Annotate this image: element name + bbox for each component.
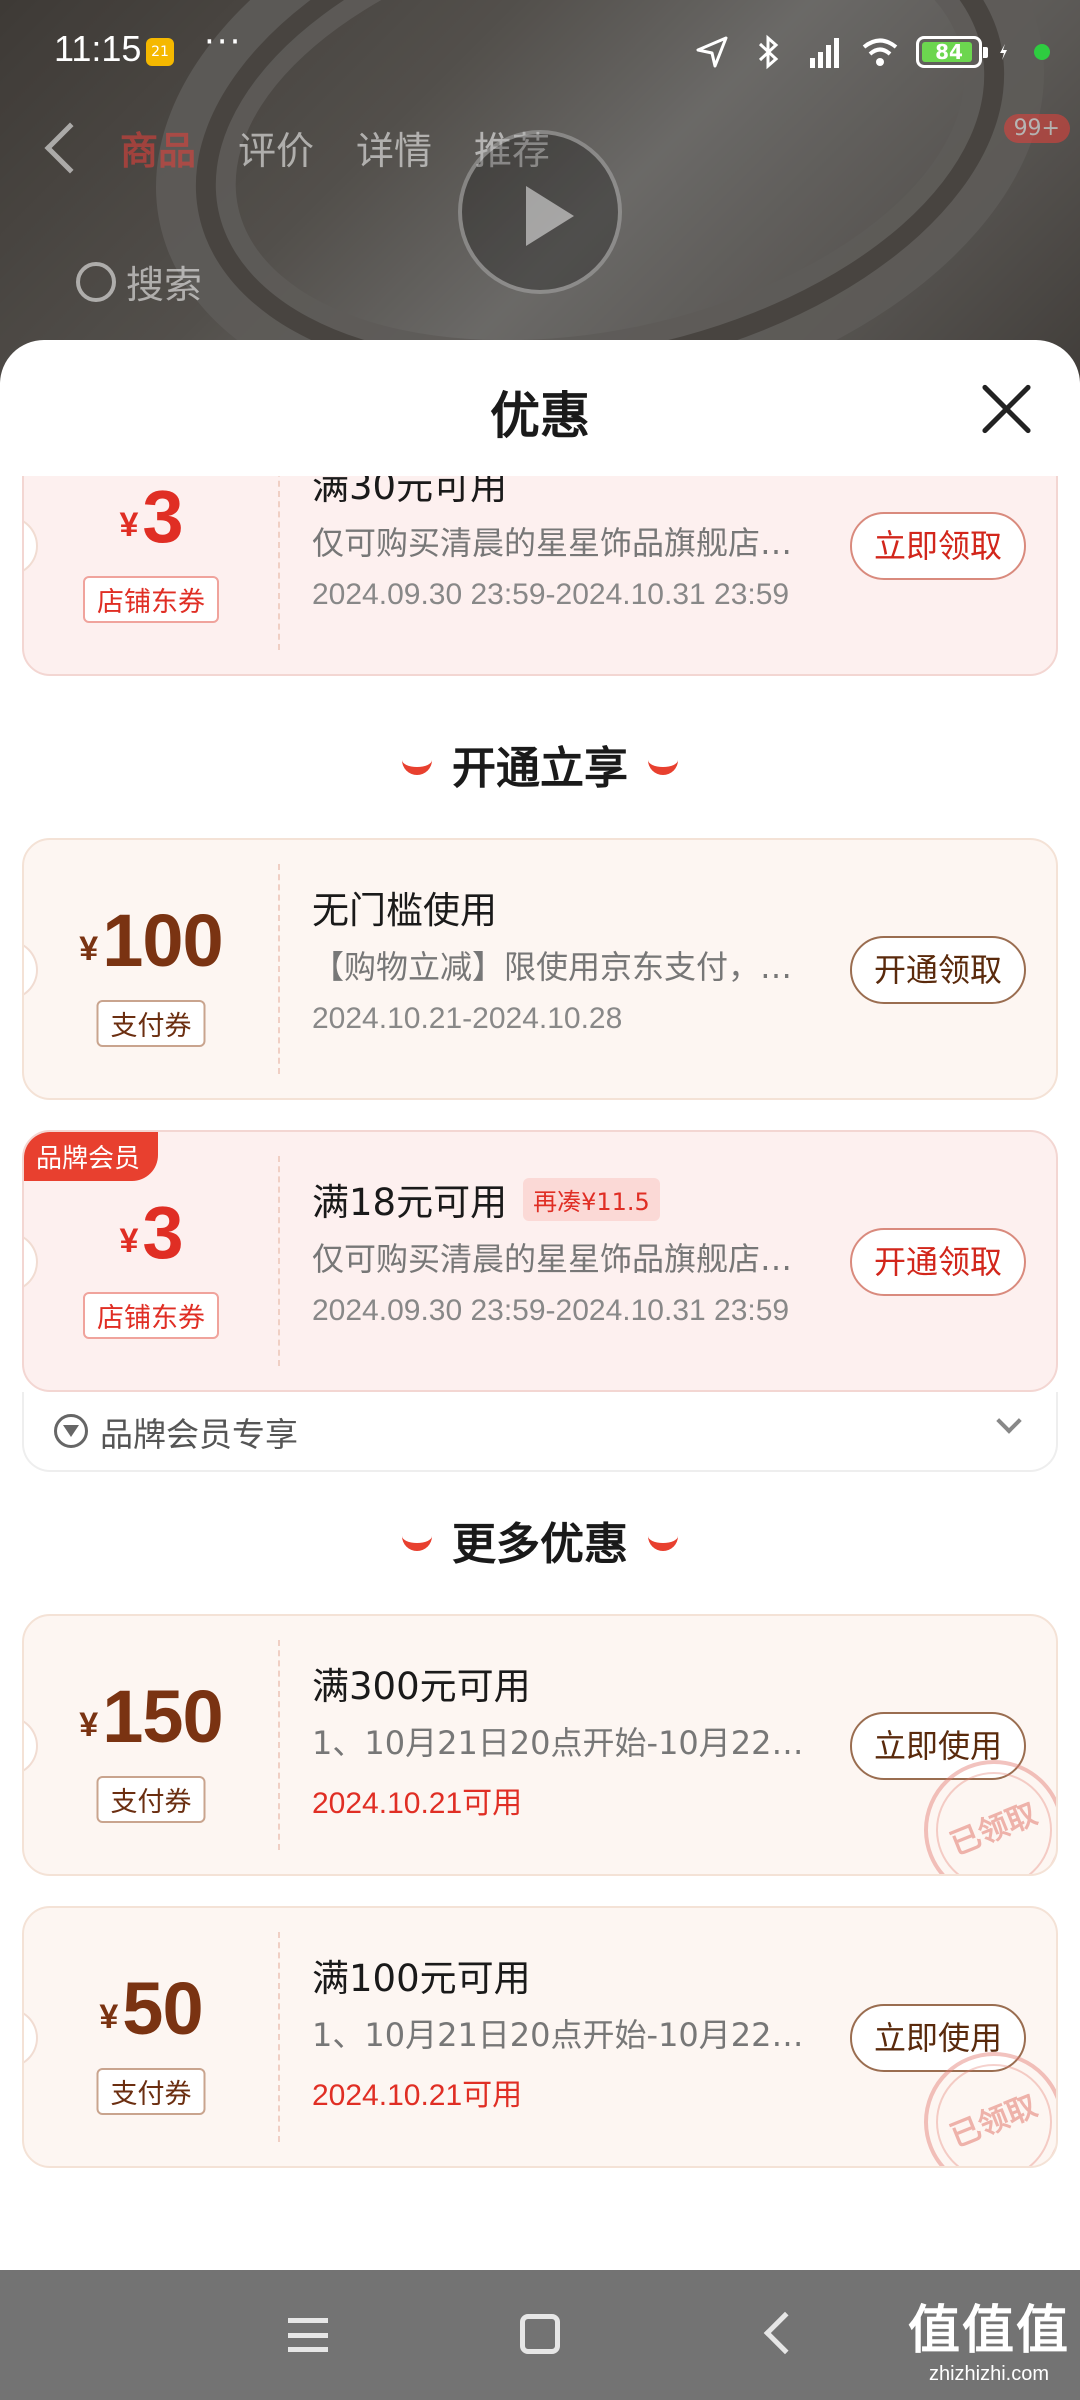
brand-member-footer[interactable]: 品牌会员专享 <box>22 1392 1058 1472</box>
site-watermark: 值值值 zhizhizhi.com <box>907 2301 1070 2385</box>
coupon-date: 2024.09.30 23:59-2024.10.31 23:59 <box>312 578 790 611</box>
coupon-date: 2024.10.21-2024.10.28 <box>312 1002 623 1035</box>
charging-icon <box>1000 44 1007 60</box>
coupon-type: 支付券 <box>96 1000 206 1047</box>
member-footer-label: 品牌会员专享 <box>100 1415 298 1454</box>
sheet-header: 优惠 <box>0 340 1080 476</box>
coupon-description: 【购物立减】限使用京东支付，… <box>312 948 793 986</box>
search-bar[interactable]: 搜索 <box>76 254 202 309</box>
coupon-amount: 150 <box>102 1675 223 1758</box>
brand-member-badge: 品牌会员 <box>24 1132 159 1181</box>
activate-claim-button[interactable]: 开通领取 <box>849 936 1026 1004</box>
coupon-description: 1、10月21日20点开始-10月22日… <box>312 1724 832 1762</box>
tab-details[interactable]: 详情 <box>356 120 432 175</box>
coupon-card: ¥150 支付券 满300元可用 1、10月21日20点开始-10月22日… 2… <box>22 1614 1058 1876</box>
coupon-sheet: 优惠 ¥3 店铺东券 满30元可用 仅可购买清晨的星星饰品旗舰店… 2024.0… <box>0 340 1080 2270</box>
signal-icon <box>810 38 839 68</box>
coupon-date: 2024.09.30 23:59-2024.10.31 23:59 <box>312 1294 790 1327</box>
coupon-type: 支付券 <box>96 2068 206 2115</box>
coupon-card: ¥50 支付券 满100元可用 1、10月21日20点开始-10月22日… 20… <box>22 1906 1058 2168</box>
sheet-title: 优惠 <box>490 387 590 445</box>
remaining-amount-tag: 再凑¥11.5 <box>523 1177 660 1221</box>
wifi-icon <box>862 38 898 66</box>
coupon-card: ¥3 店铺东券 满30元可用 仅可购买清晨的星星饰品旗舰店… 2024.09.3… <box>22 476 1058 676</box>
activate-claim-button[interactable]: 开通领取 <box>849 1228 1026 1296</box>
search-icon <box>76 261 116 302</box>
play-video-icon[interactable] <box>458 130 622 294</box>
search-placeholder: 搜索 <box>126 263 203 307</box>
notification-badge: 21 <box>146 38 174 66</box>
coupon-condition: 满300元可用 <box>312 1665 531 1708</box>
coupon-condition: 满30元可用 <box>312 476 508 508</box>
bluetooth-icon <box>758 34 779 70</box>
coupon-amount: 3 <box>142 1191 183 1274</box>
coupon-condition: 无门槛使用 <box>312 889 497 932</box>
home-icon[interactable] <box>520 2314 560 2354</box>
section-title-more: 更多优惠 <box>0 1508 1080 1572</box>
coupon-type: 支付券 <box>96 1776 206 1823</box>
coupon-date: 2024.10.21可用 <box>312 2079 523 2112</box>
close-icon[interactable] <box>980 382 1034 436</box>
cart-badge: 99+ <box>1003 114 1070 143</box>
coupon-type: 店铺东券 <box>83 1292 219 1339</box>
charging-dot <box>1034 44 1050 60</box>
battery-level: 84 <box>935 40 963 64</box>
tab-reviews[interactable]: 评价 <box>238 120 314 175</box>
recent-apps-icon[interactable] <box>288 2318 328 2352</box>
status-time: 11:15 <box>54 28 142 69</box>
back-icon[interactable] <box>44 122 96 174</box>
location-icon <box>696 36 728 68</box>
back-nav-icon[interactable] <box>763 2311 807 2355</box>
coupon-list[interactable]: ¥3 店铺东券 满30元可用 仅可购买清晨的星星饰品旗舰店… 2024.09.3… <box>0 476 1080 2270</box>
coupon-card: ¥100 支付券 无门槛使用 【购物立减】限使用京东支付，… 2024.10.2… <box>22 838 1058 1100</box>
coupon-description: 仅可购买清晨的星星饰品旗舰店… <box>312 524 793 562</box>
tab-product[interactable]: 商品 <box>120 120 196 175</box>
member-dropdown-icon <box>54 1414 88 1448</box>
claim-button[interactable]: 立即领取 <box>849 512 1026 580</box>
coupon-description: 仅可购买清晨的星星饰品旗舰店… <box>312 1240 793 1278</box>
coupon-card: ¥3 店铺东券 品牌会员 满18元可用 再凑¥11.5 仅可购买清晨的星星饰品旗舰… <box>22 1130 1058 1392</box>
coupon-date: 2024.10.21可用 <box>312 1787 523 1820</box>
coupon-amount: 50 <box>122 1967 203 2050</box>
coupon-amount: 100 <box>102 899 223 982</box>
battery-icon: 84 <box>916 36 988 68</box>
more-notifications-icon: ··· <box>204 22 243 62</box>
coupon-description: 1、10月21日20点开始-10月22日… <box>312 2016 832 2054</box>
coupon-type: 店铺东券 <box>83 576 219 623</box>
coupon-condition: 满100元可用 <box>312 1957 531 2000</box>
section-title-open: 开通立享 <box>0 732 1080 796</box>
coupon-condition: 满18元可用 再凑¥11.5 <box>312 1172 832 1226</box>
chevron-down-icon[interactable] <box>996 1408 1022 1434</box>
system-nav-bar: 值值值 zhizhizhi.com <box>0 2270 1080 2400</box>
coupon-amount: 3 <box>142 476 183 558</box>
status-bar: 11:15 21 ··· 84 <box>0 0 1080 100</box>
